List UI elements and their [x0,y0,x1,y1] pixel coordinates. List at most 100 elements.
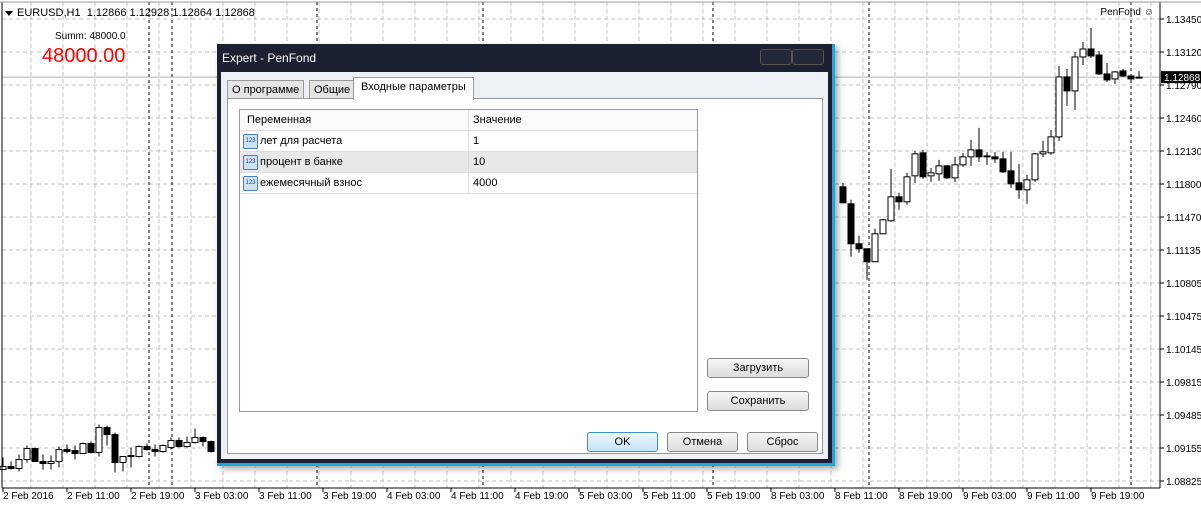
x-tick-label: 2 Feb 11:00 [67,491,120,502]
candle-body [879,219,887,235]
candle-body [1135,76,1143,79]
candle-body [191,437,199,444]
candle-body [1087,48,1095,57]
candle-body [1127,75,1135,80]
candle-body [999,158,1007,173]
candle-body [23,448,31,461]
candle-body [1039,151,1047,155]
expert-label[interactable]: PenFond ☺ [1100,7,1154,18]
candle-body [175,440,183,448]
candle-body [943,165,951,179]
table-row[interactable]: 123 ежемесячный взнос 4000 [240,173,697,194]
candle-body [143,446,151,451]
dialog-title: Expert - PenFond [222,51,317,65]
table-header: Переменная Значение [240,110,697,131]
candle-body [1055,76,1063,138]
y-tick-label: 1.12130 [1166,147,1201,158]
x-tick-label: 4 Feb 03:00 [387,491,441,502]
x-tick-label: 2 Feb 19:00 [131,491,185,502]
candle-body [47,461,55,465]
close-button[interactable] [792,49,824,65]
x-tick-label: 5 Feb 03:00 [579,491,633,502]
x-tick-label: 9 Feb 03:00 [963,491,1017,502]
inputs-panel: Переменная Значение 123 лет для расчета … [227,98,823,454]
table-row[interactable]: 123 лет для расчета 1 [240,131,697,152]
candle-body [207,441,215,453]
candle-body [1119,70,1127,77]
candle-body [159,445,167,453]
candle-body [39,461,47,465]
candle-body [903,176,911,203]
x-tick-label: 5 Feb 11:00 [643,491,696,502]
x-tick-label: 2 Feb 2016 [3,491,54,502]
y-tick-label: 1.10805 [1166,279,1201,290]
tab-about[interactable]: О программе [227,80,305,99]
ok-button[interactable]: OK [587,432,658,452]
y-tick-label: 1.13120 [1166,48,1201,59]
integer-123-icon: 123 [243,155,258,170]
param-value[interactable]: 1 [468,131,479,151]
x-tick-label: 3 Feb 19:00 [323,491,377,502]
y-tick-label: 1.11135 [1166,246,1201,257]
candle-body [199,437,207,443]
candle-body [55,449,63,463]
y-tick-label: 1.10145 [1166,345,1201,356]
candle-body [951,164,959,179]
candle-body [855,243,863,250]
candle-body [111,434,119,464]
load-button[interactable]: Загрузить [707,358,809,378]
smiley-icon: ☺ [1143,7,1154,18]
parameters-table: Переменная Значение 123 лет для расчета … [239,109,698,412]
tab-inputs[interactable]: Входные параметры [353,77,474,100]
x-tick-label: 8 Feb 11:00 [835,491,888,502]
column-header-variable[interactable]: Переменная [247,110,311,130]
y-tick-label: 1.09155 [1166,444,1201,455]
candle-body [959,156,967,166]
save-button[interactable]: Сохранить [707,391,809,411]
chart-menu-triangle-icon[interactable] [5,10,13,16]
param-name: процент в банке [260,156,343,168]
y-tick-label: 1.10475 [1166,312,1201,323]
tab-common[interactable]: Общие [309,80,356,99]
candle-body [167,440,175,449]
candle-body [935,165,943,175]
candle-body [1071,56,1079,92]
help-button[interactable] [760,49,792,65]
summ-big-value: 48000.00 [42,45,126,67]
y-tick-label: 1.08825 [1166,477,1201,488]
param-value[interactable]: 10 [468,152,485,172]
summ-label: Summ: 48000.0 [55,31,126,42]
param-value[interactable]: 4000 [468,173,497,193]
current-price-label: 1.12868 [1164,73,1201,84]
reset-button[interactable]: Сброс [747,432,818,452]
candle-body [7,466,15,470]
candle-body [887,196,895,222]
candle-body [63,449,71,453]
column-header-value[interactable]: Значение [468,110,522,130]
candle-body [15,459,23,470]
cancel-button[interactable]: Отмена [667,432,738,452]
y-tick-label: 1.12460 [1166,114,1201,125]
candle-body [847,203,855,245]
candle-body [991,156,999,160]
candle-body [1095,54,1103,75]
y-tick-label: 1.09485 [1166,411,1201,422]
y-tick-label: 1.09815 [1166,378,1201,389]
candle-body [95,427,103,454]
ohlc-label: 1.12866 1.12928 1.12864 1.12868 [86,7,255,19]
x-tick-label: 8 Feb 19:00 [899,491,953,502]
expert-name: PenFond [1100,7,1141,18]
symbol-label: EURUSD,H1 [17,7,81,19]
candle-body [1103,73,1111,81]
candle-body [863,248,871,263]
candle-body [919,152,927,178]
candle-body [1063,76,1071,92]
table-row[interactable]: 123 процент в банке 10 [240,152,697,173]
candle-body [1047,136,1055,154]
candle-body [71,450,79,455]
candle-body [983,155,991,158]
candle-body [103,427,111,436]
param-name: ежемесячный взнос [260,177,362,189]
expert-dialog: Expert - PenFond О программе Общие Входн… [217,44,835,466]
candle-body [967,149,975,158]
